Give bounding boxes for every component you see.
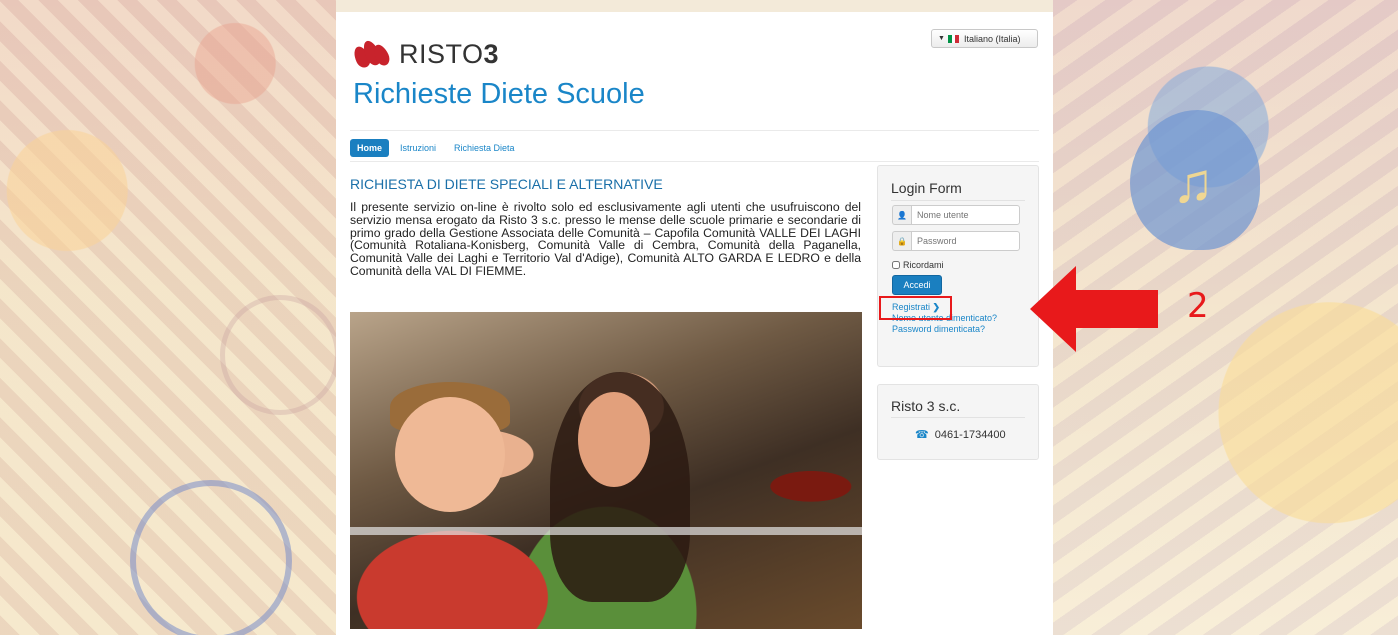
divider: [891, 417, 1025, 418]
remember-me[interactable]: Ricordami: [892, 260, 944, 270]
phone-number: 0461-1734400: [934, 428, 1006, 441]
unicycle-wheel-illustration: [130, 480, 292, 635]
italy-flag-icon: [947, 34, 959, 43]
wheel-illustration: [220, 295, 340, 415]
login-form-title: Login Form: [891, 180, 962, 196]
nav-item-home[interactable]: Home: [350, 139, 390, 157]
site-title[interactable]: Richieste Diete Scuole: [353, 78, 645, 111]
logo-mark-icon: [351, 36, 393, 72]
phone-icon: ☎: [915, 429, 929, 441]
nav-item-richiesta-dieta[interactable]: Richiesta Dieta: [447, 139, 522, 157]
company-info-module: Risto 3 s.c. ☎ 0461-1734400: [877, 384, 1039, 460]
step-number-annotation: 2: [1187, 286, 1209, 326]
password-field-group: 🔒: [892, 231, 1020, 251]
children-cafeteria-photo: [350, 312, 862, 629]
user-icon: 👤: [892, 205, 911, 225]
language-selector[interactable]: ▼ Italiano (Italia): [931, 29, 1038, 48]
article-title: RICHIESTA DI DIETE SPECIALI E ALTERNATIV…: [350, 176, 663, 192]
language-label: Italiano (Italia): [963, 33, 1021, 44]
register-highlight-box: [879, 296, 952, 320]
company-title: Risto 3 s.c.: [891, 398, 961, 414]
username-field-group: 👤: [892, 205, 1020, 225]
lock-icon: 🔒: [892, 231, 911, 251]
remember-checkbox[interactable]: [892, 261, 900, 269]
login-button[interactable]: Accedi: [892, 275, 942, 295]
login-form: Login Form 👤 🔒 Ricordami Accedi Registra…: [877, 165, 1039, 367]
red-arrow-annotation: [1030, 266, 1158, 352]
password-input[interactable]: [911, 231, 1020, 251]
main-container: ▼ Italiano (Italia) RISTO3 Richieste Die…: [336, 12, 1053, 635]
music-note-illustration: ♫: [1130, 110, 1260, 250]
caret-down-icon: ▼: [938, 35, 945, 42]
forgot-password-link[interactable]: Password dimenticata?: [892, 324, 997, 335]
risto3-logo[interactable]: RISTO3: [351, 36, 500, 72]
company-phone: ☎ 0461-1734400: [915, 428, 1006, 442]
article-body: Il presente servizio on-line è rivolto s…: [350, 200, 861, 278]
logo-text: RISTO3: [399, 38, 500, 69]
remember-label: Ricordami: [903, 260, 944, 270]
main-nav: Home Istruzioni Richiesta Dieta: [350, 130, 1039, 162]
divider: [891, 200, 1025, 201]
username-input[interactable]: [911, 205, 1020, 225]
nav-item-istruzioni[interactable]: Istruzioni: [393, 139, 443, 157]
